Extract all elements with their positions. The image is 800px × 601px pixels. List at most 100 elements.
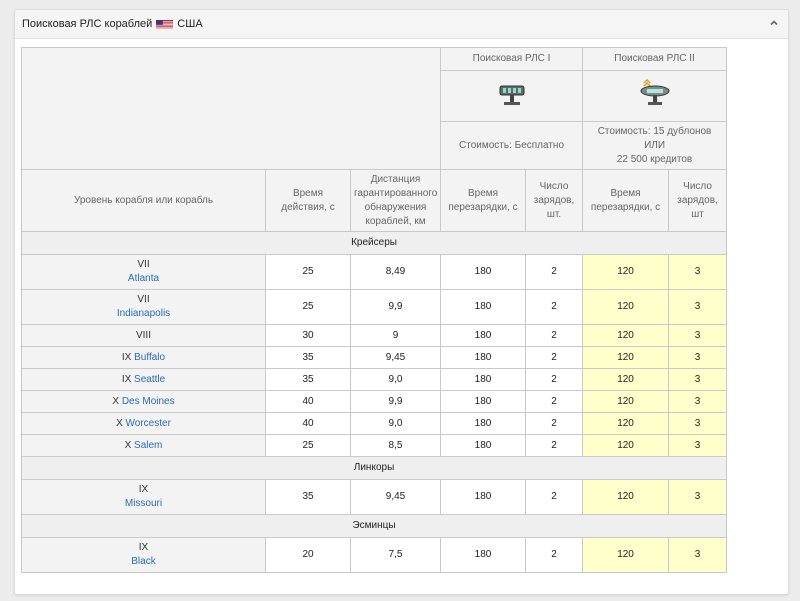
ship-link[interactable]: Indianapolis (117, 308, 170, 319)
charges2-cell: 3 (668, 324, 728, 347)
radar1-name: Поисковая РЛС I (440, 47, 584, 71)
radar-module-upgraded-icon (640, 78, 670, 105)
charges1-cell: 2 (525, 254, 584, 290)
charges2-cell: 3 (668, 479, 728, 515)
distance-cell: 7,5 (349, 537, 442, 573)
col-header-reload2: Время перезарядки, с (582, 169, 670, 232)
radar2-cost: Стоимость: 15 дублонов ИЛИ 22 500 кредит… (582, 121, 728, 170)
reload1-cell: 180 (440, 368, 527, 391)
ship-cell: VII Atlanta (21, 254, 266, 290)
ship-cell: VII Indianapolis (21, 289, 266, 325)
ship-link[interactable]: Seattle (134, 374, 165, 385)
reload2-cell: 120 (582, 479, 670, 515)
table-row: VII Indianapolis 25 9,9 180 2 120 3 (21, 289, 728, 325)
radar-table: Поисковая РЛС I Поисковая РЛС II Стоимос… (20, 47, 728, 573)
ship-tier: IX (121, 373, 132, 385)
ship-tier: VII (137, 294, 150, 305)
section-header: Эсминцы (20, 514, 728, 538)
col-header-reload1: Время перезарядки, с (440, 169, 527, 232)
ship-link[interactable]: Des Moines (122, 396, 175, 407)
table-row: X Des Moines 40 9,9 180 2 120 3 (21, 390, 728, 413)
ship-cell: IX Black (21, 537, 266, 573)
table-row: VIII 30 9 180 2 120 3 (21, 324, 728, 347)
table-row: IX Buffalo 35 9,45 180 2 120 3 (21, 346, 728, 369)
panel-title: Поисковая РЛС кораблей (22, 18, 153, 30)
radar1-icon-cell (440, 70, 584, 122)
reload1-cell: 180 (440, 324, 527, 347)
col-header-distance: Дистанция гарантированного обнаружения к… (349, 169, 442, 232)
radar-module-icon (499, 85, 525, 105)
charges1-cell: 2 (525, 412, 584, 435)
radar2-cost-line3: 22 500 кредитов (616, 153, 693, 165)
col-header-charges2: Число зарядов, шт (668, 169, 728, 232)
ship-cell: IX Seattle (21, 368, 266, 391)
table-row: IX Missouri 35 9,45 180 2 120 3 (21, 479, 728, 515)
reload1-cell: 180 (440, 289, 527, 325)
duration-cell: 35 (265, 368, 351, 391)
ship-link[interactable]: Black (131, 556, 155, 567)
reload2-cell: 120 (582, 289, 670, 325)
ship-tier: X (124, 439, 132, 451)
duration-cell: 25 (265, 254, 351, 290)
ship-link[interactable]: Missouri (125, 498, 162, 509)
ship-tier: IX (121, 351, 132, 363)
panel-header[interactable]: Поисковая РЛС кораблей США (15, 10, 788, 39)
col-header-duration: Время действия, с (265, 169, 351, 232)
reload2-cell: 120 (582, 412, 670, 435)
col-header-charges1: Число зарядов, шт. (525, 169, 584, 232)
ship-cell: IX Missouri (21, 479, 266, 515)
charges2-cell: 3 (668, 368, 728, 391)
duration-cell: 20 (265, 537, 351, 573)
section-header: Линкоры (20, 456, 728, 480)
col-header-ship: Уровень корабля или корабль (21, 169, 266, 232)
duration-cell: 25 (265, 434, 351, 457)
charges2-cell: 3 (668, 289, 728, 325)
reload1-cell: 180 (440, 390, 527, 413)
radar2-cost-line1: Стоимость: 15 дублонов (597, 125, 712, 137)
charges2-cell: 3 (668, 254, 728, 290)
duration-cell: 35 (265, 479, 351, 515)
distance-cell: 9,0 (349, 412, 442, 435)
table-row: IX Seattle 35 9,0 180 2 120 3 (21, 368, 728, 391)
reload1-cell: 180 (440, 434, 527, 457)
ship-tier: X (112, 395, 120, 407)
panel-country: США (177, 18, 203, 30)
charges1-cell: 2 (525, 324, 584, 347)
reload2-cell: 120 (582, 390, 670, 413)
charges1-cell: 2 (525, 289, 584, 325)
ship-link[interactable]: Buffalo (134, 352, 165, 363)
charges2-cell: 3 (668, 537, 728, 573)
table-row: VII Atlanta 25 8,49 180 2 120 3 (21, 254, 728, 290)
ship-tier: IX (138, 542, 149, 553)
ship-link[interactable]: Worcester (126, 418, 171, 429)
ship-cell: X Worcester (21, 412, 266, 435)
table-row: IX Black 20 7,5 180 2 120 3 (21, 537, 728, 573)
charges2-cell: 3 (668, 346, 728, 369)
charges1-cell: 2 (525, 390, 584, 413)
ship-cell: X Des Moines (21, 390, 266, 413)
us-flag-icon (156, 19, 174, 29)
reload1-cell: 180 (440, 412, 527, 435)
ship-link[interactable]: Salem (134, 440, 162, 451)
ship-tier: X (116, 417, 123, 429)
ship-tier: IX (138, 484, 149, 495)
charges1-cell: 2 (525, 479, 584, 515)
radar1-cost: Стоимость: Бесплатно (440, 121, 584, 170)
ship-cell: IX Buffalo (21, 346, 266, 369)
charges2-cell: 3 (668, 390, 728, 413)
charges1-cell: 2 (525, 346, 584, 369)
chevron-up-icon[interactable] (769, 18, 779, 28)
ship-cell: X Salem (21, 434, 266, 457)
radar2-icon-cell (582, 70, 728, 122)
reload2-cell: 120 (582, 434, 670, 457)
reload2-cell: 120 (582, 324, 670, 347)
charges1-cell: 2 (525, 368, 584, 391)
reload2-cell: 120 (582, 254, 670, 290)
distance-cell: 9 (349, 324, 442, 347)
reload2-cell: 120 (582, 368, 670, 391)
reload1-cell: 180 (440, 479, 527, 515)
ship-tier: VII (137, 259, 150, 270)
radar2-cost-line2: ИЛИ (644, 139, 665, 151)
ship-link[interactable]: Atlanta (128, 273, 159, 284)
charges2-cell: 3 (668, 434, 728, 457)
